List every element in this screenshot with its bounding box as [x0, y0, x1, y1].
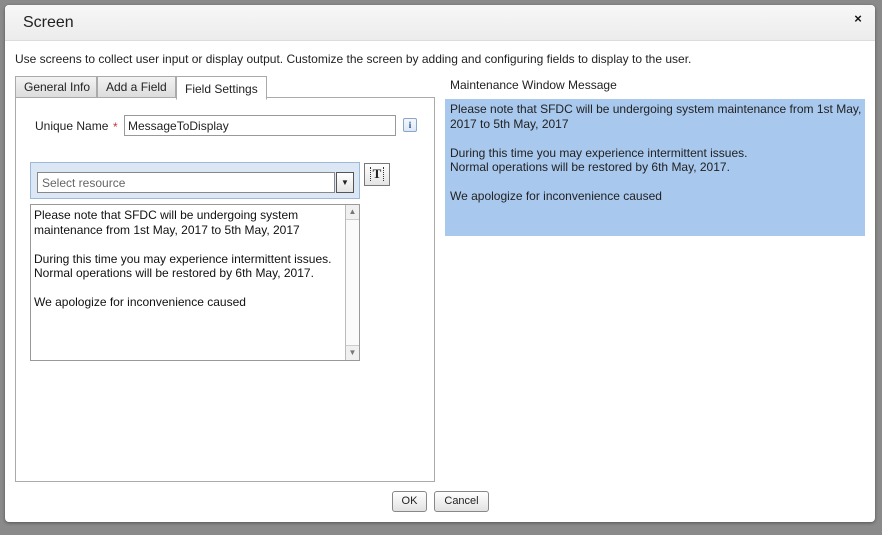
preview-label: Maintenance Window Message: [450, 78, 617, 92]
screen-dialog: Screen × Use screens to collect user inp…: [5, 5, 875, 522]
preview-text: Please note that SFDC will be undergoing…: [450, 102, 862, 203]
resource-toolbar: Select resource ▼: [30, 162, 360, 199]
field-settings-panel: Unique Name * i Select resource ▼ T Plea…: [15, 97, 435, 482]
info-icon[interactable]: i: [403, 118, 417, 132]
scrollbar-track[interactable]: [346, 219, 359, 346]
required-marker: *: [113, 120, 118, 134]
scroll-down-icon[interactable]: ▼: [346, 346, 359, 360]
close-icon[interactable]: ×: [851, 12, 865, 26]
cancel-button[interactable]: Cancel: [434, 491, 489, 512]
textarea-scrollbar[interactable]: ▲ ▼: [345, 205, 359, 360]
message-textarea[interactable]: Please note that SFDC will be undergoing…: [30, 204, 360, 361]
chevron-down-icon[interactable]: ▼: [336, 172, 354, 193]
unique-name-label: Unique Name: [35, 119, 109, 133]
dialog-titlebar: Screen ×: [5, 5, 875, 41]
tab-add-a-field[interactable]: Add a Field: [97, 76, 176, 98]
tab-general-info[interactable]: General Info: [15, 76, 97, 98]
unique-name-input[interactable]: [124, 115, 396, 136]
tab-field-settings[interactable]: Field Settings: [176, 76, 267, 100]
dialog-description: Use screens to collect user input or dis…: [15, 52, 692, 66]
message-text[interactable]: Please note that SFDC will be undergoing…: [34, 208, 342, 310]
preview-box: Please note that SFDC will be undergoing…: [445, 99, 865, 236]
dialog-title: Screen: [23, 14, 74, 31]
select-resource-combobox[interactable]: Select resource: [37, 172, 335, 193]
scroll-up-icon[interactable]: ▲: [346, 205, 359, 219]
insert-text-icon-glyph: T: [369, 167, 385, 181]
insert-text-icon[interactable]: T: [364, 163, 390, 186]
ok-button[interactable]: OK: [392, 491, 427, 512]
